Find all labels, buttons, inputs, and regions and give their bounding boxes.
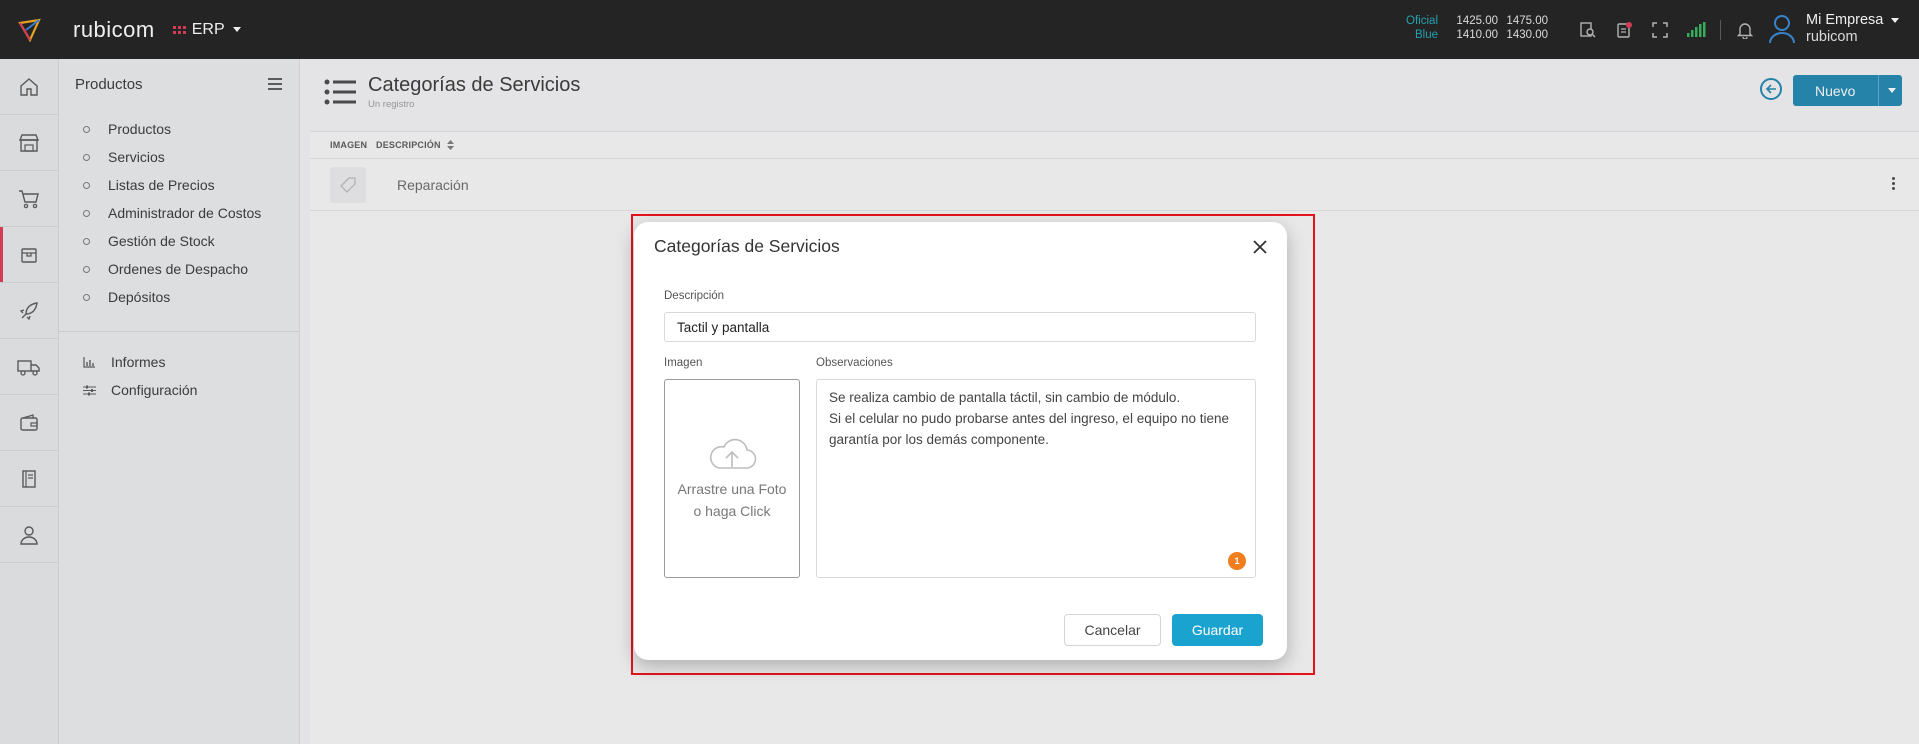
- save-button[interactable]: Guardar: [1172, 614, 1263, 646]
- image-upload-dropzone[interactable]: Arrastre una Foto o haga Click: [664, 379, 800, 578]
- cancel-button[interactable]: Cancelar: [1064, 614, 1161, 646]
- notes-textarea[interactable]: Se realiza cambio de pantalla táctil, si…: [816, 379, 1256, 578]
- upload-text-line: o haga Click: [693, 502, 771, 519]
- notes-label: Observaciones: [816, 357, 893, 369]
- upload-text-line: Arrastre una Foto: [677, 480, 787, 497]
- image-label: Imagen: [664, 357, 703, 369]
- dialog-title: Categorías de Servicios: [654, 236, 840, 256]
- close-icon[interactable]: [1251, 238, 1269, 256]
- description-input[interactable]: [664, 312, 1256, 342]
- cloud-upload-icon: [709, 438, 757, 469]
- description-label: Descripción: [664, 290, 725, 302]
- category-dialog: Categorías de Servicios Descripción Imag…: [634, 222, 1287, 660]
- notification-badge: 1: [1228, 552, 1246, 570]
